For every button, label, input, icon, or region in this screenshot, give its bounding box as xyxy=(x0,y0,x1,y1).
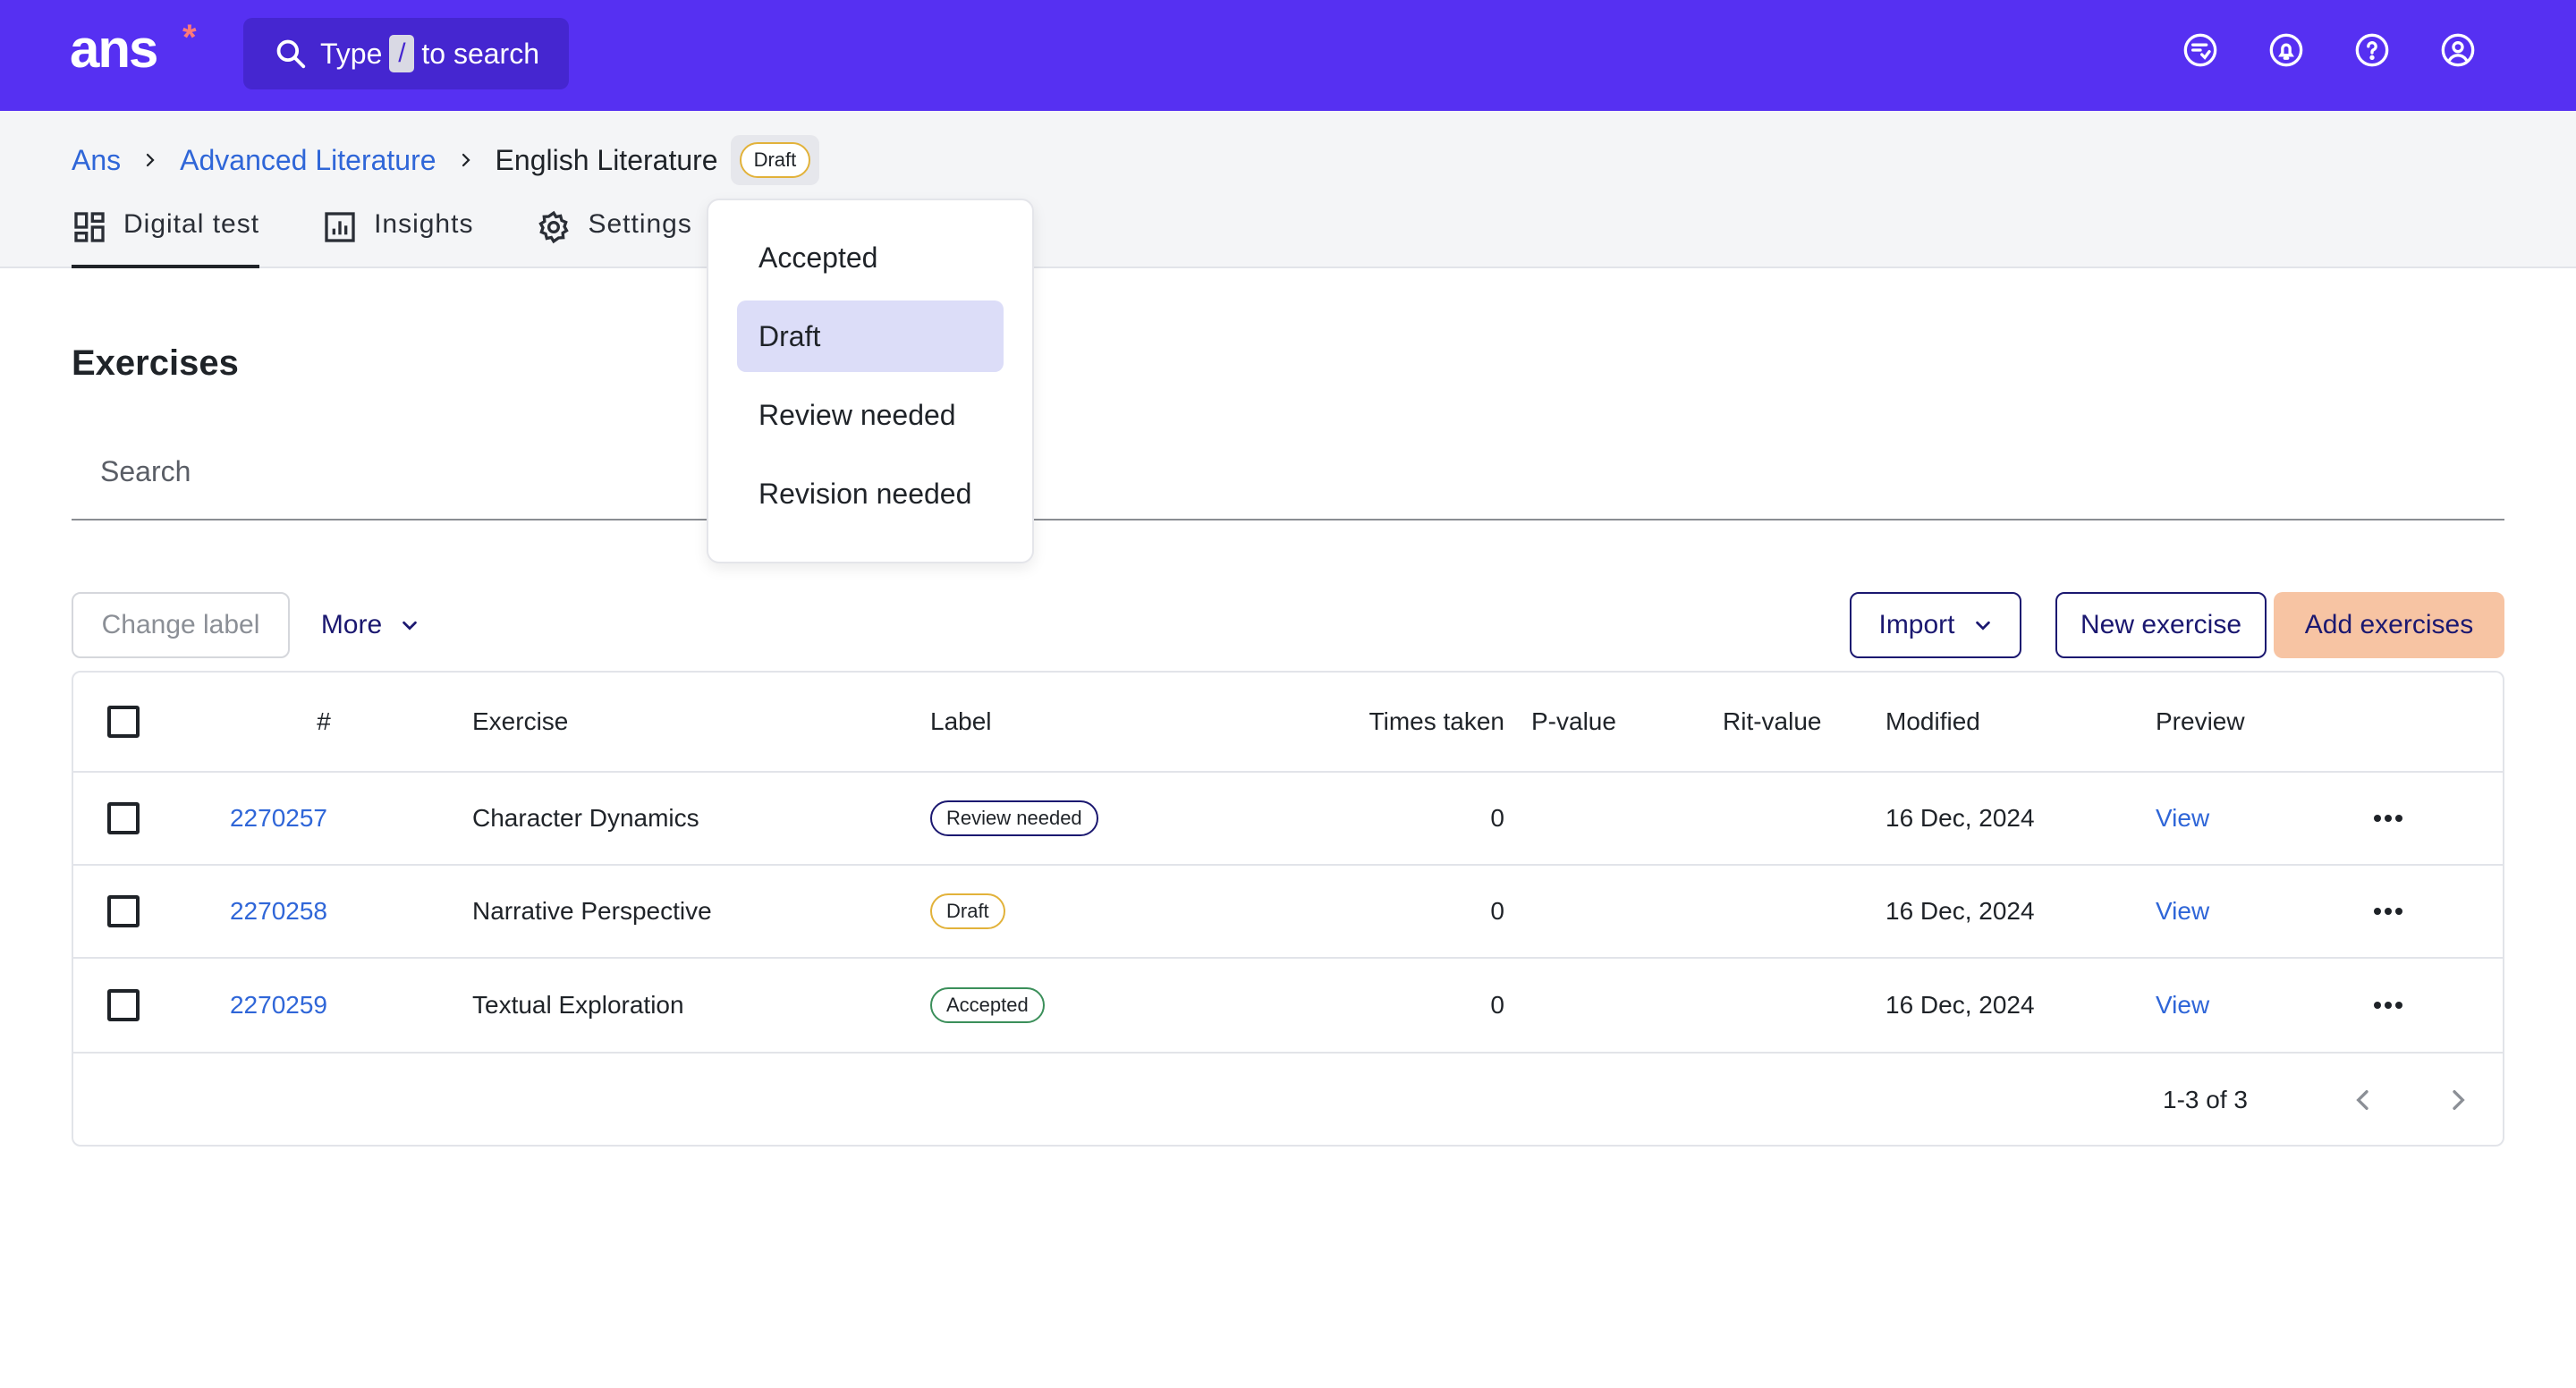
new-exercise-button[interactable]: New exercise xyxy=(2055,592,2267,658)
column-header-number: # xyxy=(317,707,331,735)
breadcrumb-current: English Literature xyxy=(495,143,718,176)
label-badge: Accepted xyxy=(930,987,1045,1023)
tab-label: Insights xyxy=(374,209,474,239)
row-checkbox[interactable] xyxy=(107,959,140,1052)
logo-mark: * xyxy=(182,18,197,57)
preview-link[interactable]: View xyxy=(2156,866,2209,957)
status-option-review-needed[interactable]: Review needed xyxy=(737,379,1004,451)
search-icon xyxy=(276,39,306,69)
next-page-button[interactable] xyxy=(2444,1086,2472,1119)
exercise-id-link[interactable]: 2270257 xyxy=(220,773,327,864)
table-footer: 1-3 of 3 xyxy=(73,1054,2503,1147)
exercise-search xyxy=(72,440,2504,520)
more-button[interactable]: More xyxy=(290,592,451,658)
tab-settings[interactable]: Settings xyxy=(536,209,691,268)
logo[interactable]: ans xyxy=(70,18,158,80)
row-checkbox[interactable] xyxy=(107,866,140,957)
exercise-table: # Exercise Label Times taken P-value Rit… xyxy=(72,671,2504,1147)
column-header-times-taken[interactable]: Times taken xyxy=(1236,673,1504,771)
exercise-name: Character Dynamics xyxy=(472,804,699,832)
status-dropdown-trigger[interactable]: Draft xyxy=(730,135,820,185)
exercise-toolbar: Change label More Import New exercise Ad… xyxy=(72,592,2504,658)
tab-insights[interactable]: Insights xyxy=(322,209,473,268)
table-row[interactable]: 2270259 Textual Exploration Accepted 0 1… xyxy=(73,959,2503,1054)
breadcrumb-advanced-literature[interactable]: Advanced Literature xyxy=(180,144,436,177)
status-badge: Draft xyxy=(739,142,811,178)
import-button[interactable]: Import xyxy=(1850,592,2021,658)
search-suffix: to search xyxy=(421,37,539,70)
status-option-accepted[interactable]: Accepted xyxy=(737,222,1004,293)
preview-link[interactable]: View xyxy=(2156,959,2209,1052)
search-prefix: Type xyxy=(320,37,383,70)
pagination-range: 1-3 of 3 xyxy=(2163,1086,2248,1113)
row-menu-button[interactable] xyxy=(2372,866,2404,957)
help-icon[interactable] xyxy=(2354,32,2390,68)
exercise-search-input[interactable] xyxy=(72,440,2504,503)
chevron-right-icon xyxy=(458,152,474,168)
times-taken: 0 xyxy=(1490,804,1504,832)
column-header-rit-value[interactable]: Rit-value xyxy=(1723,673,1821,771)
breadcrumb-ans[interactable]: Ans xyxy=(72,144,121,177)
chevron-left-icon xyxy=(2356,1090,2368,1110)
table-header: # Exercise Label Times taken P-value Rit… xyxy=(73,673,2503,773)
row-checkbox[interactable] xyxy=(107,773,140,864)
label-badge: Review needed xyxy=(930,800,1098,836)
chevron-down-icon xyxy=(1975,621,1990,631)
more-horizontal-icon xyxy=(2374,815,2402,822)
checklist-icon[interactable] xyxy=(2182,32,2218,68)
row-menu-button[interactable] xyxy=(2372,959,2404,1052)
preview-link[interactable]: View xyxy=(2156,773,2209,864)
global-search[interactable]: Type / to search xyxy=(243,18,569,89)
import-label: Import xyxy=(1878,610,1955,639)
tab-label: Digital test xyxy=(123,209,260,239)
top-icons xyxy=(2182,32,2476,68)
status-option-draft[interactable]: Draft xyxy=(737,300,1004,372)
modified-date: 16 Dec, 2024 xyxy=(1885,804,2035,832)
exercise-name: Textual Exploration xyxy=(472,991,684,1019)
bell-icon[interactable] xyxy=(2268,32,2304,68)
tab-digital-test[interactable]: Digital test xyxy=(72,209,260,268)
column-header-preview: Preview xyxy=(2156,707,2245,735)
exercise-id-link[interactable]: 2270258 xyxy=(220,866,327,957)
breadcrumb: Ans Advanced Literature English Literatu… xyxy=(72,135,820,185)
section-title: Exercises xyxy=(72,343,239,383)
modified-date: 16 Dec, 2024 xyxy=(1885,991,2035,1019)
times-taken: 0 xyxy=(1490,897,1504,925)
column-header-modified[interactable]: Modified xyxy=(1885,673,1980,771)
select-all-checkbox[interactable] xyxy=(107,673,140,771)
column-header-p-value[interactable]: P-value xyxy=(1531,673,1616,771)
exercise-id-link[interactable]: 2270259 xyxy=(220,959,327,1052)
more-label: More xyxy=(320,610,383,639)
grid-icon xyxy=(74,212,105,242)
label-cell: Accepted xyxy=(930,959,1045,1052)
table-row[interactable]: 2270258 Narrative Perspective Draft 0 16… xyxy=(73,866,2503,959)
column-header-exercise[interactable]: Exercise xyxy=(472,673,568,771)
status-option-revision-needed[interactable]: Revision needed xyxy=(737,458,1004,529)
row-menu-button[interactable] xyxy=(2372,773,2404,864)
column-header-label[interactable]: Label xyxy=(930,673,992,771)
more-horizontal-icon xyxy=(2374,1002,2402,1009)
chevron-right-icon xyxy=(142,152,158,168)
tab-label: Settings xyxy=(588,209,692,239)
chevron-right-icon xyxy=(2453,1090,2465,1110)
label-cell: Draft xyxy=(930,866,1005,957)
previous-page-button[interactable] xyxy=(2349,1086,2377,1119)
label-badge: Draft xyxy=(930,893,1005,929)
tab-bar: Digital test Insights Settings xyxy=(72,209,755,268)
chart-icon xyxy=(325,212,355,242)
table-row[interactable]: 2270257 Character Dynamics Review needed… xyxy=(73,773,2503,866)
change-label-button[interactable]: Change label xyxy=(72,592,290,658)
times-taken: 0 xyxy=(1490,991,1504,1019)
top-bar: ans * Type / to search xyxy=(0,0,2576,111)
gear-icon xyxy=(538,210,570,244)
add-exercises-button[interactable]: Add exercises xyxy=(2274,592,2504,658)
more-horizontal-icon xyxy=(2374,908,2402,915)
exercise-name: Narrative Perspective xyxy=(472,897,712,925)
status-dropdown-menu: Accepted Draft Review needed Revision ne… xyxy=(707,199,1034,563)
label-cell: Review needed xyxy=(930,773,1098,864)
chevron-down-icon xyxy=(402,621,417,631)
account-icon[interactable] xyxy=(2440,32,2476,68)
modified-date: 16 Dec, 2024 xyxy=(1885,897,2035,925)
search-shortcut-key: / xyxy=(389,35,415,72)
